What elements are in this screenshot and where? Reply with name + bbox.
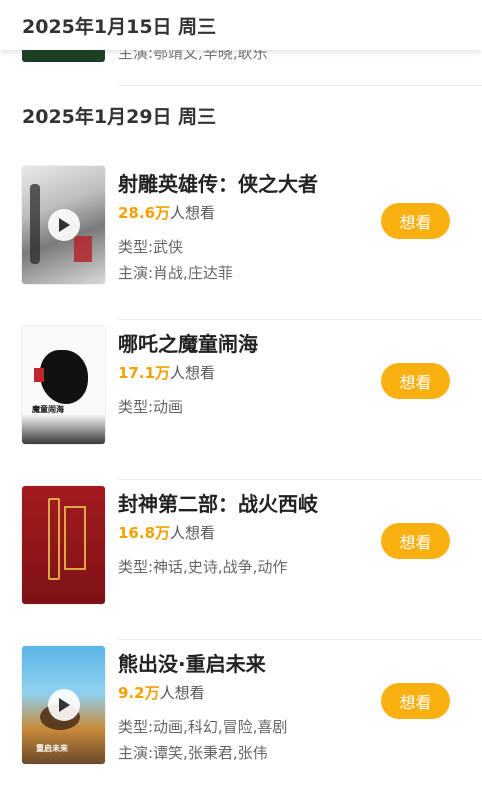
poster-art xyxy=(22,414,105,444)
movie-poster[interactable] xyxy=(22,486,105,604)
movie-genre: 类型:动画,科幻,冒险,喜剧 xyxy=(118,718,288,736)
want-suffix: 人想看 xyxy=(159,684,205,702)
want-to-see-button[interactable]: 想看 xyxy=(381,363,450,399)
want-suffix: 人想看 xyxy=(170,524,216,542)
section-date-label: 2025年1月29日 周三 xyxy=(22,105,217,128)
movie-item[interactable]: 魔童闹海 哪吒之魔童闹海 17.1万人想看 类型:动画 想看 xyxy=(0,320,482,480)
poster-caption: 魔童闹海 xyxy=(32,405,64,414)
want-suffix: 人想看 xyxy=(170,364,216,382)
want-to-see-button[interactable]: 想看 xyxy=(381,523,450,559)
want-count-line: 17.1万人想看 xyxy=(118,362,215,383)
movie-poster[interactable]: 重启未来 xyxy=(22,646,105,764)
movie-genre: 类型:动画 xyxy=(118,398,184,416)
want-count: 28.6万 xyxy=(118,204,171,222)
play-icon xyxy=(59,698,70,712)
movie-cast: 主演:肖战,庄达菲 xyxy=(118,264,233,282)
poster-art xyxy=(30,184,40,264)
movie-title[interactable]: 射雕英雄传：侠之大者 xyxy=(118,168,318,197)
play-trailer-button[interactable] xyxy=(48,689,80,721)
poster-art xyxy=(64,506,86,570)
want-count: 9.2万 xyxy=(118,684,160,702)
movie-genre: 类型:武侠 xyxy=(118,238,184,256)
want-to-see-button[interactable]: 想看 xyxy=(381,203,450,239)
want-suffix: 人想看 xyxy=(170,204,216,222)
movie-title[interactable]: 熊出没·重启未来 xyxy=(118,648,266,677)
movie-cast: 主演:谭笑,张秉君,张伟 xyxy=(118,744,268,762)
poster-art xyxy=(40,350,88,404)
poster-art xyxy=(48,498,60,580)
sticky-date-header: 2025年1月15日 周三 xyxy=(0,0,482,50)
movie-item[interactable]: 封神第二部：战火西岐 16.8万人想看 类型:神话,史诗,战争,动作 想看 xyxy=(0,480,482,640)
want-to-see-button[interactable]: 想看 xyxy=(381,683,450,719)
movie-poster[interactable] xyxy=(22,166,105,284)
want-count: 16.8万 xyxy=(118,524,171,542)
poster-art xyxy=(74,236,92,262)
want-count-line: 16.8万人想看 xyxy=(118,522,215,543)
divider xyxy=(118,85,482,86)
poster-caption: 重启未来 xyxy=(36,744,68,753)
movie-genre: 类型:神话,史诗,战争,动作 xyxy=(118,558,288,576)
play-icon xyxy=(59,218,70,232)
want-count-line: 9.2万人想看 xyxy=(118,682,205,703)
poster-art xyxy=(34,368,44,382)
play-trailer-button[interactable] xyxy=(48,209,80,241)
movie-item[interactable]: 重启未来 熊出没·重启未来 9.2万人想看 类型:动画,科幻,冒险,喜剧 主演:… xyxy=(0,640,482,800)
movie-item[interactable]: 射雕英雄传：侠之大者 28.6万人想看 类型:武侠 主演:肖战,庄达菲 想看 xyxy=(0,160,482,320)
movie-title[interactable]: 封神第二部：战火西岐 xyxy=(118,488,318,517)
want-count-line: 28.6万人想看 xyxy=(118,202,215,223)
sticky-date-label: 2025年1月15日 周三 xyxy=(22,15,217,38)
movie-title[interactable]: 哪吒之魔童闹海 xyxy=(118,328,258,357)
want-count: 17.1万 xyxy=(118,364,171,382)
section-date-header: 2025年1月29日 周三 xyxy=(0,98,482,132)
movie-poster[interactable]: 魔童闹海 xyxy=(22,326,105,444)
